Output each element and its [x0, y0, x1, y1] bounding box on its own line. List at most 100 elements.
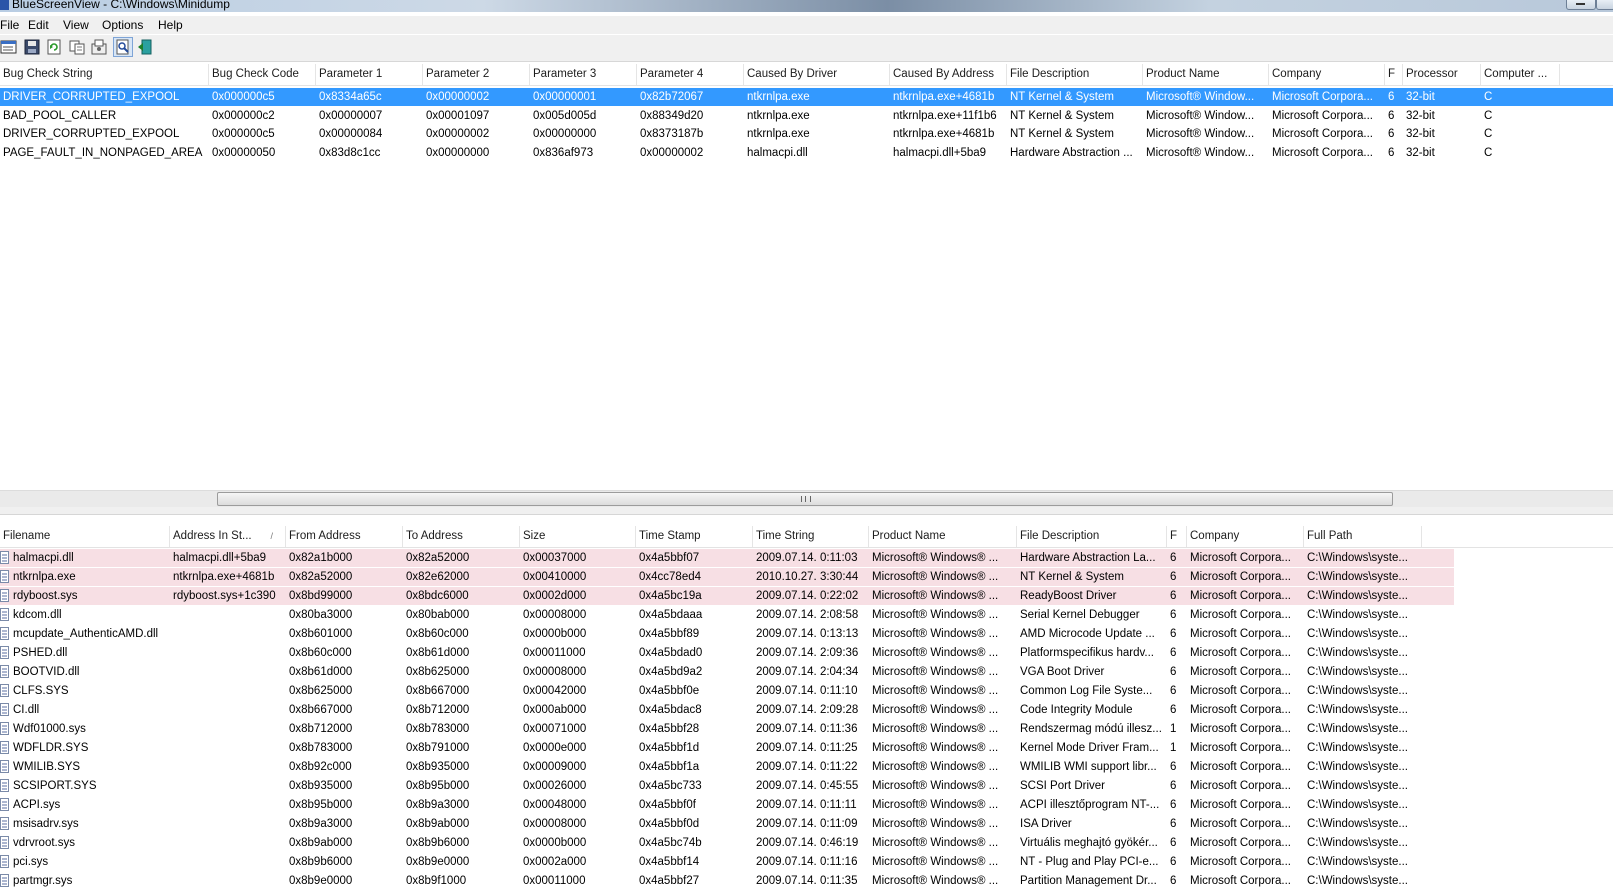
advanced-options-button[interactable]	[90, 38, 108, 56]
cell-company: Microsoft Corpora...	[1190, 704, 1291, 716]
file-icon	[0, 551, 9, 564]
cell-address-in-stack	[170, 644, 286, 662]
menu-help[interactable]: Help	[158, 18, 183, 32]
driver-col-time-string[interactable]: Time String	[753, 526, 869, 547]
table-row[interactable]: PSHED.dll 0x8b60c000 0x8b61d000 0x00011000 0…	[0, 644, 1613, 662]
cell-filename: partmgr.sys	[13, 875, 73, 887]
menu-edit[interactable]: Edit	[28, 18, 49, 32]
cell-full-path: C:\Windows\syste...	[1307, 780, 1408, 792]
cell-from-address: 0x8b60c000	[289, 647, 352, 659]
table-row[interactable]: kdcom.dll 0x80ba3000 0x80bab000 0x00008000 0…	[0, 606, 1613, 624]
cell-parameter-4: 0x82b72067	[640, 91, 704, 103]
table-row[interactable]: WDFLDR.SYS 0x8b783000 0x8b791000 0x0000e000…	[0, 739, 1613, 757]
crash-col-label: Parameter 4	[640, 68, 704, 80]
cell-address-in-stack	[170, 853, 286, 871]
table-row[interactable]: mcupdate_AuthenticAMD.dll 0x8b601000 0x8b6…	[0, 625, 1613, 643]
table-row[interactable]: DRIVER_CORRUPTED_EXPOOL 0x000000c5 0x8334a…	[0, 88, 1613, 106]
driver-col-filename[interactable]: Filename	[0, 526, 170, 547]
cell-to-address: 0x80bab000	[406, 609, 470, 621]
cell-product-name: Microsoft® Windows® ...	[872, 685, 999, 697]
maximize-button[interactable]	[1596, 0, 1613, 10]
cell-parameter-3: 0x00000001	[533, 91, 597, 103]
refresh-button[interactable]	[45, 38, 63, 56]
driver-col-time-stamp[interactable]: Time Stamp	[636, 526, 753, 547]
table-row[interactable]: WMILIB.SYS 0x8b92c000 0x8b935000 0x00009000…	[0, 758, 1613, 776]
table-row[interactable]: ntkrnlpa.exe ntkrnlpa.exe+4681b 0x82a52000…	[0, 568, 1454, 586]
horizontal-scrollbar[interactable]	[0, 490, 1613, 508]
exit-button[interactable]	[137, 38, 155, 56]
crash-col-parameter-3[interactable]: Parameter 3	[530, 64, 637, 85]
cell-file-description: AMD Microcode Update ...	[1020, 628, 1155, 640]
properties-button[interactable]	[0, 38, 18, 56]
scrollbar-thumb[interactable]	[217, 492, 1393, 506]
cell-to-address: 0x82a52000	[406, 552, 470, 564]
driver-col-full-path[interactable]: Full Path	[1304, 526, 1422, 547]
table-row[interactable]: DRIVER_CORRUPTED_EXPOOL 0x000000c5 0x00000…	[0, 125, 1613, 143]
menu-options[interactable]: Options	[102, 18, 143, 32]
table-row[interactable]: BAD_POOL_CALLER 0x000000c2 0x00000007 0x000…	[0, 107, 1613, 125]
save-button[interactable]	[23, 38, 41, 56]
table-row[interactable]: vdrvroot.sys 0x8b9ab000 0x8b9b6000 0x0000b0…	[0, 834, 1613, 852]
file-icon	[0, 589, 9, 602]
crash-col-label: Caused By Address	[893, 68, 995, 80]
crash-col-caused-by-driver[interactable]: Caused By Driver	[744, 64, 890, 85]
cell-time-string: 2009.07.14. 0:11:10	[756, 685, 858, 697]
table-row[interactable]: BOOTVID.dll 0x8b61d000 0x8b625000 0x0000800…	[0, 663, 1613, 681]
table-row[interactable]: msisadrv.sys 0x8b9a3000 0x8b9ab000 0x000080…	[0, 815, 1613, 833]
crash-col-bug-check-code[interactable]: Bug Check Code	[209, 64, 316, 85]
menu-file[interactable]: File	[0, 18, 19, 32]
table-row[interactable]: ACPI.sys 0x8b95b000 0x8b9a3000 0x00048000 0x…	[0, 796, 1613, 814]
table-row[interactable]: halmacpi.dll halmacpi.dll+5ba9 0x82a1b000 0…	[0, 549, 1454, 567]
table-row[interactable]: rdyboost.sys rdyboost.sys+1c390 0x8bd99000…	[0, 587, 1454, 605]
crash-col-parameter-1[interactable]: Parameter 1	[316, 64, 423, 85]
cell-caused-by-address: ntkrnlpa.exe+4681b	[893, 128, 995, 140]
crash-col-bug-check-string[interactable]: Bug Check String	[0, 64, 209, 85]
crash-col-company[interactable]: Company	[1269, 64, 1385, 85]
table-row[interactable]: PAGE_FAULT_IN_NONPAGED_AREA 0x00000050 0x8…	[0, 144, 1613, 162]
crash-col-file-version[interactable]: F	[1385, 64, 1403, 85]
driver-col-label: Company	[1190, 530, 1240, 542]
cell-time-string: 2009.07.14. 2:04:34	[756, 666, 859, 678]
app-icon	[0, 0, 9, 10]
crash-col-computer-name[interactable]: Computer ...	[1481, 64, 1560, 85]
crash-col-file-description[interactable]: File Description	[1007, 64, 1143, 85]
table-row[interactable]: CLFS.SYS 0x8b625000 0x8b667000 0x00042000 0x…	[0, 682, 1613, 700]
pane-splitter[interactable]	[0, 507, 1613, 515]
crash-col-parameter-2[interactable]: Parameter 2	[423, 64, 530, 85]
table-row[interactable]: SCSIPORT.SYS 0x8b935000 0x8b95b000 0x000260…	[0, 777, 1613, 795]
driver-col-company[interactable]: Company	[1187, 526, 1304, 547]
driver-col-from-address[interactable]: From Address	[286, 526, 403, 547]
cell-full-path: C:\Windows\syste...	[1307, 666, 1408, 678]
crash-col-label: Bug Check String	[3, 68, 93, 80]
copy-button[interactable]	[68, 38, 86, 56]
table-row[interactable]: pci.sys 0x8b9b6000 0x8b9e0000 0x0002a000 0x4…	[0, 853, 1613, 871]
table-row[interactable]: CI.dll 0x8b667000 0x8b712000 0x000ab000 0x4a…	[0, 701, 1613, 719]
cell-time-stamp: 0x4a5bbf28	[639, 723, 700, 735]
minimize-button[interactable]	[1566, 0, 1596, 10]
driver-col-size[interactable]: Size	[520, 526, 636, 547]
table-row[interactable]: Wdf01000.sys 0x8b712000 0x8b783000 0x000710…	[0, 720, 1613, 738]
crash-col-parameter-4[interactable]: Parameter 4	[637, 64, 744, 85]
driver-col-address-in-stack[interactable]: Address In St... /	[170, 526, 286, 547]
cell-company: Microsoft Corpora...	[1190, 723, 1291, 735]
crash-col-product-name[interactable]: Product Name	[1143, 64, 1269, 85]
crash-col-label: File Description	[1010, 68, 1090, 80]
crash-col-processor[interactable]: Processor	[1403, 64, 1481, 85]
exit-icon	[138, 39, 152, 55]
cell-file-version: 1	[1170, 742, 1177, 754]
cell-size: 0x00071000	[523, 723, 587, 735]
cell-caused-by-address: ntkrnlpa.exe+4681b	[893, 91, 995, 103]
driver-col-file-description[interactable]: File Description	[1017, 526, 1167, 547]
cell-full-path: C:\Windows\syste...	[1307, 837, 1408, 849]
driver-col-product-name[interactable]: Product Name	[869, 526, 1017, 547]
cell-from-address: 0x8b95b000	[289, 799, 353, 811]
crash-col-caused-by-address[interactable]: Caused By Address	[890, 64, 1007, 85]
table-row[interactable]: partmgr.sys 0x8b9e0000 0x8b9f1000 0x0001100…	[0, 872, 1613, 890]
cell-time-string: 2009.07.14. 0:45:55	[756, 780, 859, 792]
driver-col-file-version[interactable]: F	[1167, 526, 1187, 547]
cell-caused-by-address: ntkrnlpa.exe+11f1b6	[893, 109, 997, 122]
cell-from-address: 0x8b601000	[289, 628, 353, 640]
find-button[interactable]	[113, 37, 133, 57]
menu-view[interactable]: View	[63, 18, 89, 32]
driver-col-to-address[interactable]: To Address	[403, 526, 520, 547]
